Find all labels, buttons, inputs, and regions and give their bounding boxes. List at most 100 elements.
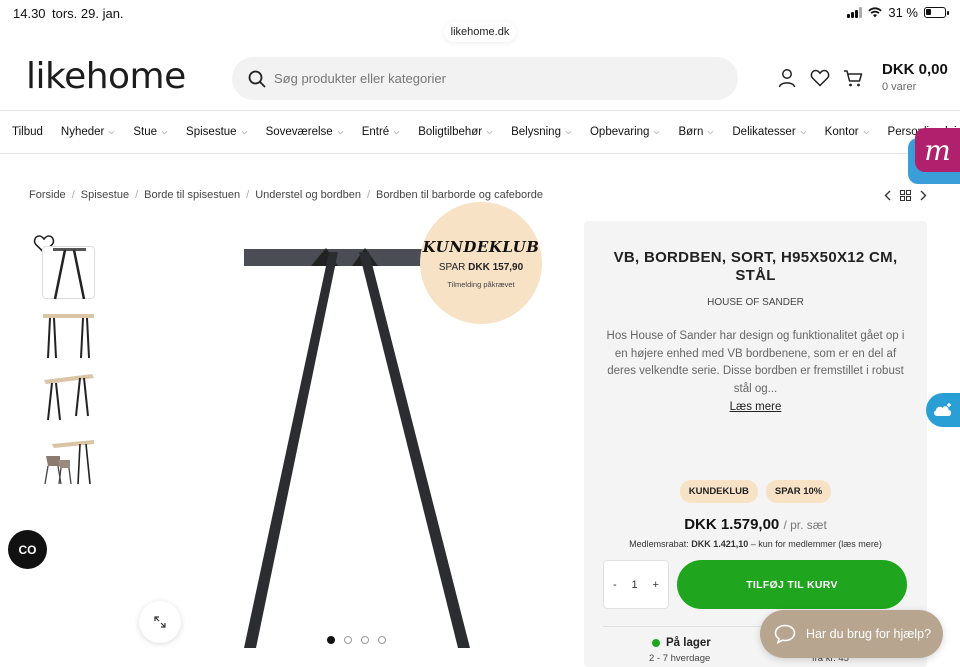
chevron-down-icon (241, 130, 247, 134)
nav-item-10[interactable]: Delikatesser (732, 126, 807, 138)
thumbnail-4[interactable] (42, 434, 95, 487)
product-pager (884, 190, 927, 201)
qty-plus-button[interactable]: + (653, 579, 659, 591)
main-navigation: Tilbud Nyheder Stue Spisestue Soveværelse Ent… (0, 110, 960, 154)
chevron-down-icon (800, 130, 807, 134)
nav-item-1[interactable]: Nyheder (61, 126, 115, 138)
weather-widget-button[interactable] (926, 393, 960, 427)
club-badge: KUNDEKLUB (679, 480, 758, 503)
club-save: SPAR DKK 157,90 (420, 262, 542, 273)
gallery-dot[interactable] (344, 636, 352, 644)
chevron-down-icon (108, 130, 115, 134)
gallery-dot[interactable] (327, 636, 335, 644)
product-badges: KUNDEKLUB SPAR 10% (584, 480, 927, 503)
read-more-link[interactable]: Læs mere (584, 401, 927, 413)
wifi-icon (868, 7, 883, 18)
customer-club-badge[interactable]: KUNDEKLUB SPAR DKK 157,90 Tilmelding påk… (420, 202, 542, 324)
breadcrumb-item[interactable]: Understel og bordben (255, 189, 361, 201)
nav-item-label: Kontor (824, 126, 859, 138)
add-to-cart-button[interactable]: TILFØJ TIL KURV (677, 560, 907, 609)
help-label: Har du brug for hjælp? (806, 627, 932, 641)
nav-item-label: Soveværelse (265, 126, 333, 138)
chevron-down-icon (654, 130, 660, 134)
price-unit: / pr. sæt (783, 518, 827, 532)
product-title: VB, BORDBEN, SORT, H95X50X12 CM, STÅL (613, 249, 898, 284)
chevron-down-icon (337, 130, 344, 134)
nav-item-label: Entré (361, 126, 390, 138)
breadcrumb-item[interactable]: Forside (29, 189, 66, 201)
quantity-stepper[interactable]: - 1 + (603, 560, 669, 609)
member-price: Medlemsrabat: DKK 1.421,10 – kun for med… (584, 539, 927, 549)
stock-label: På lager (666, 637, 711, 649)
search-input[interactable] (274, 71, 694, 86)
chevron-down-icon (161, 130, 168, 134)
status-date: tors. 29. jan. (52, 6, 124, 21)
signal-icon (847, 7, 863, 18)
chevron-left-icon[interactable] (884, 190, 892, 201)
cart-icon[interactable] (843, 68, 863, 88)
product-price: DKK 1.579,00 / pr. sæt (584, 516, 927, 533)
member-suffix[interactable]: – kun for medlemmer (læs mere) (751, 539, 882, 549)
nav-item-label: Tilbud (12, 126, 43, 138)
club-save-prefix: SPAR (438, 262, 466, 273)
nav-item-9[interactable]: Børn (678, 126, 714, 138)
cloud-icon (934, 403, 952, 416)
nav-item-3[interactable]: Spisestue (186, 126, 248, 138)
in-stock-icon (652, 639, 660, 647)
nav-item-2[interactable]: Stue (133, 126, 168, 138)
wishlist-icon[interactable] (810, 68, 830, 88)
price-value: DKK 1.579,00 (684, 516, 780, 533)
chat-co-button[interactable]: CO (8, 530, 47, 569)
breadcrumb-item[interactable]: Spisestue (81, 189, 129, 201)
bar-table-thumbnail-icon (44, 374, 94, 421)
grid-icon[interactable] (900, 190, 911, 201)
cart-total[interactable]: DKK 0,00 (882, 61, 948, 78)
breadcrumb-item[interactable]: Borde til spisestuen (144, 189, 240, 201)
discount-badge: SPAR 10% (765, 480, 832, 503)
cart-count: 0 varer (882, 81, 917, 93)
nav-item-label: Opbevaring (589, 126, 650, 138)
chevron-down-icon (393, 130, 400, 134)
nav-item-label: Delikatesser (732, 126, 796, 138)
club-note: Tilmelding påkrævet (447, 280, 515, 289)
breadcrumb-item[interactable]: Bordben til barborde og cafeborde (376, 189, 543, 201)
nav-item-11[interactable]: Kontor (825, 126, 870, 138)
site-logo[interactable]: likehome (26, 56, 186, 97)
breadcrumb-separator: / (246, 189, 250, 201)
nav-item-5[interactable]: Entré (362, 126, 401, 138)
breadcrumb-separator: / (71, 189, 75, 201)
account-icon[interactable] (777, 68, 797, 88)
thumbnail-2[interactable] (42, 308, 95, 361)
battery-icon (924, 7, 949, 18)
nav-item-label: Spisestue (186, 126, 237, 138)
nav-item-8[interactable]: Opbevaring (590, 126, 660, 138)
table-legs-thumbnail-icon (53, 248, 86, 300)
help-chat-button[interactable]: Har du brug for hjælp? (760, 610, 943, 658)
nav-item-0[interactable]: Tilbud (12, 126, 43, 138)
m-badge-icon[interactable]: m (915, 128, 960, 172)
nav-item-label: Belysning (511, 126, 561, 138)
chevron-right-icon[interactable] (919, 190, 927, 201)
nav-item-6[interactable]: Boligtilbehør (418, 126, 493, 138)
url-pill[interactable]: likehome.dk (444, 22, 516, 42)
product-brand[interactable]: HOUSE OF SANDER (584, 297, 927, 308)
thumbnail-1[interactable] (42, 246, 95, 300)
qty-value[interactable]: 1 (632, 579, 638, 591)
product-info-panel: VB, BORDBEN, SORT, H95X50X12 CM, STÅL HO… (584, 221, 927, 667)
breadcrumb-separator: / (366, 189, 371, 201)
search-bar[interactable] (232, 57, 738, 100)
qty-minus-button[interactable]: - (613, 579, 617, 591)
nav-item-7[interactable]: Belysning (511, 126, 572, 138)
chat-bubble-icon (774, 624, 796, 644)
thumbnail-3[interactable] (42, 370, 95, 423)
club-title: KUNDEKLUB (422, 238, 540, 256)
breadcrumb: Forside / Spisestue / Borde til spisestuen / U… (29, 189, 543, 201)
status-time: 14.30 (13, 6, 46, 21)
gallery-dots (327, 636, 386, 644)
gallery-dot[interactable] (361, 636, 369, 644)
zoom-button[interactable] (139, 601, 181, 643)
expand-icon (154, 616, 166, 628)
gallery-dot[interactable] (378, 636, 386, 644)
nav-item-4[interactable]: Soveværelse (266, 126, 344, 138)
table-with-stools-thumbnail-icon (44, 440, 94, 485)
